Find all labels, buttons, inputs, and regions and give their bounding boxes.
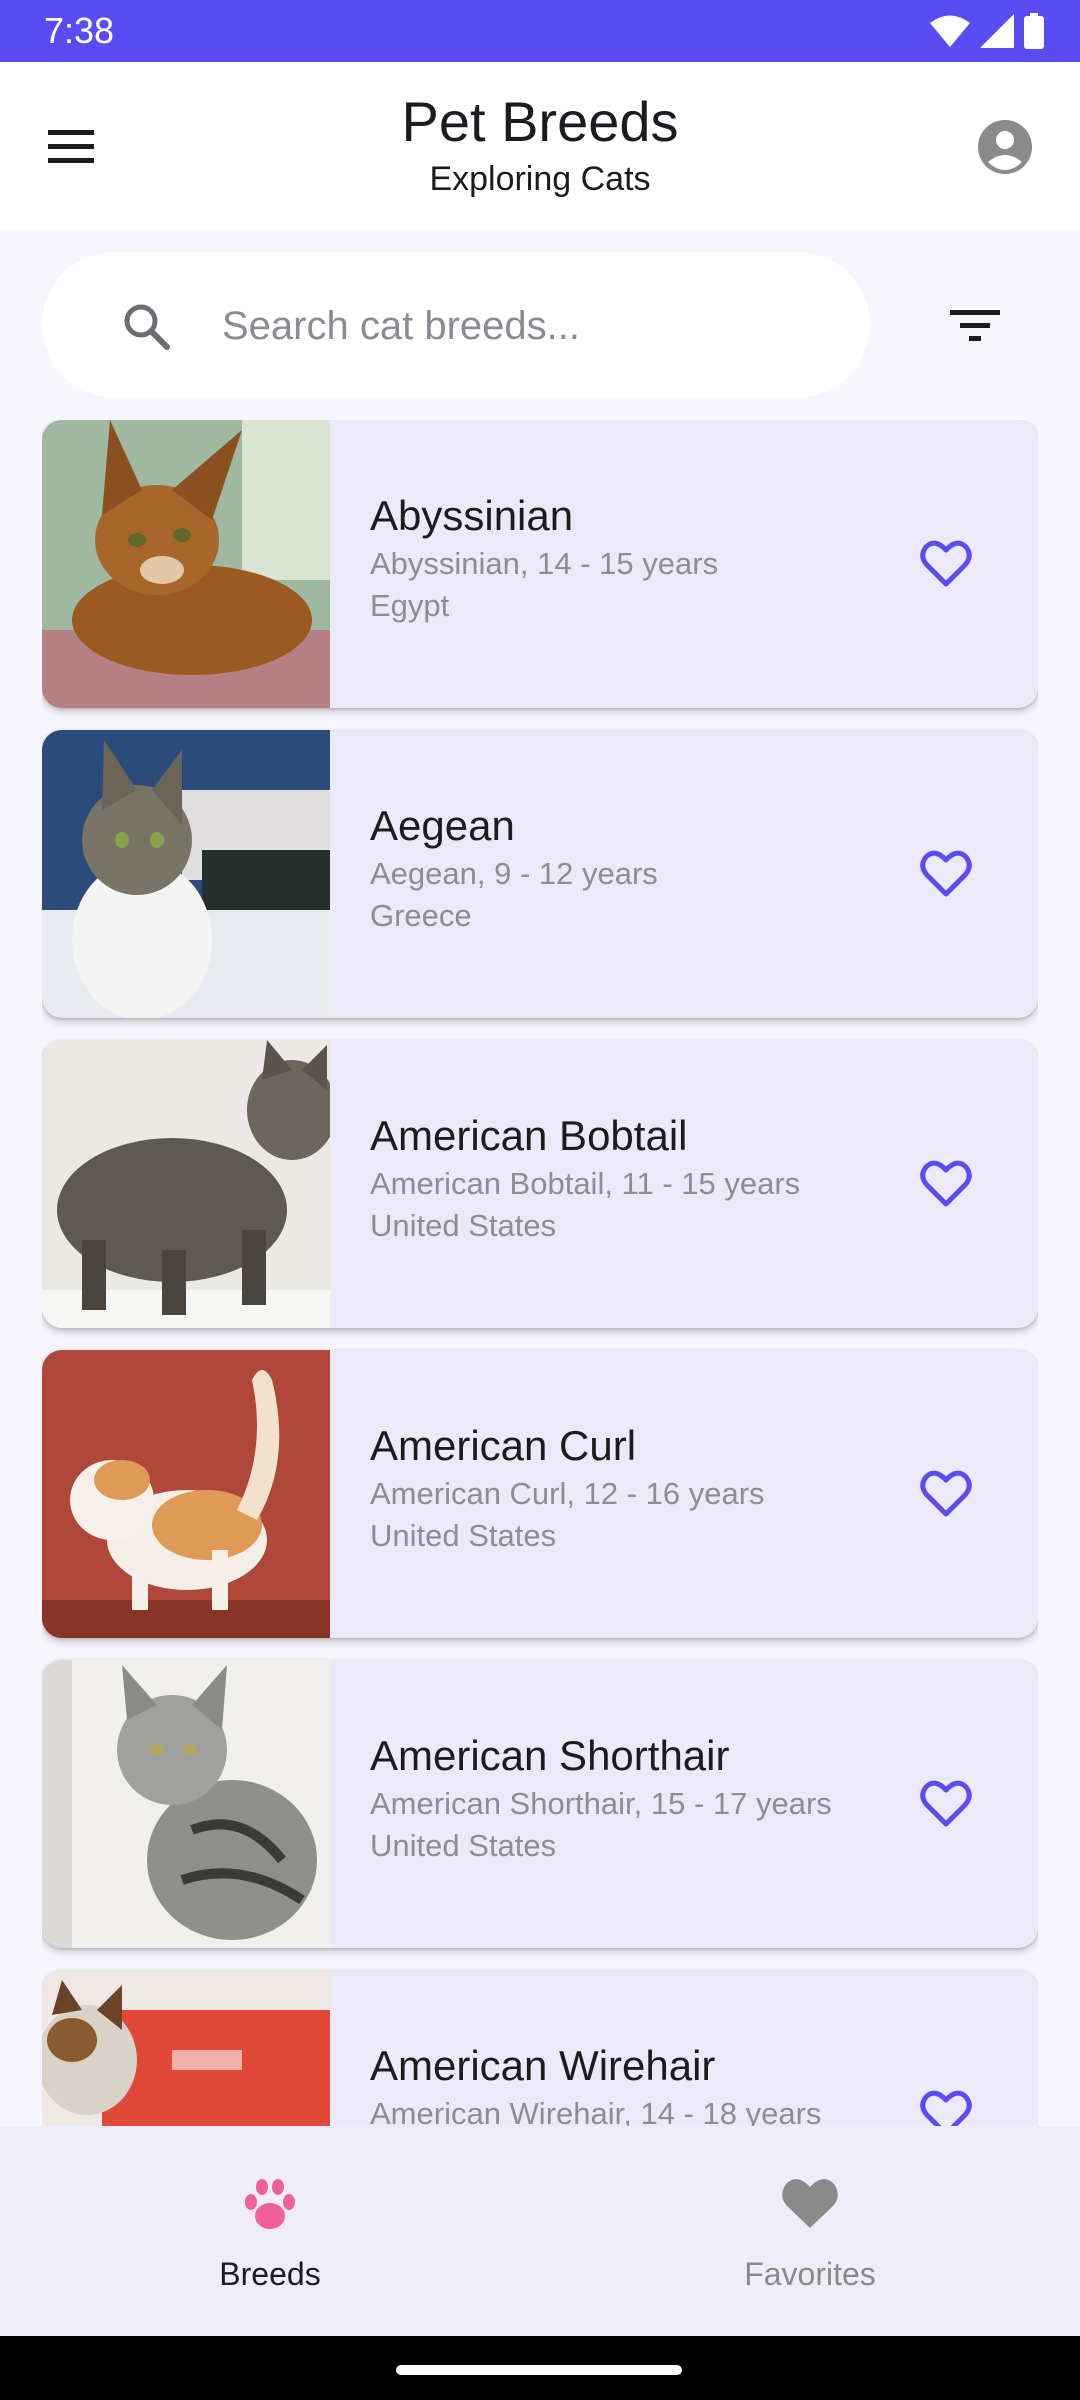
page-subtitle: Exploring Cats [429, 160, 651, 198]
breed-lifespan: Aegean, 9 - 12 years [370, 856, 658, 891]
breed-list[interactable]: Abyssinian Abyssinian, 14 - 15 years Egy… [42, 420, 1038, 2126]
search-input[interactable] [220, 292, 844, 360]
profile-button[interactable] [976, 118, 1034, 176]
heart-outline-icon [920, 1160, 972, 1207]
breed-photo [42, 1350, 330, 1638]
breed-lifespan: American Shorthair, 15 - 17 years [370, 1786, 832, 1821]
status-bar: 7:38 [0, 0, 1080, 62]
heart-outline-icon [920, 540, 972, 587]
status-time: 7:38 [44, 10, 115, 51]
breed-name: American Wirehair [370, 2042, 716, 2089]
search-bar[interactable] [42, 252, 870, 398]
page-title: Pet Breeds [401, 90, 679, 153]
breed-card[interactable]: American Wirehair American Wirehair, 14 … [42, 1970, 1038, 2126]
favorite-button[interactable] [918, 1156, 974, 1212]
breed-card[interactable]: Abyssinian Abyssinian, 14 - 15 years Egy… [42, 420, 1038, 708]
breed-card[interactable]: Aegean Aegean, 9 - 12 years Greece [42, 730, 1038, 1018]
breed-photo [42, 1970, 330, 2126]
heart-outline-icon [920, 1470, 972, 1517]
nav-item-favorites[interactable]: Favorites [540, 2126, 1080, 2336]
breed-name: Abyssinian [370, 492, 574, 539]
title-block: Pet Breeds Exploring Cats [0, 90, 1080, 200]
search-icon [124, 304, 170, 350]
cellular-signal-icon [980, 14, 1014, 48]
breed-photo [42, 420, 330, 708]
nav-item-breeds[interactable]: Breeds [0, 2126, 540, 2336]
heart-outline-icon [920, 2090, 972, 2126]
breed-photo [42, 1660, 330, 1948]
wifi-icon [930, 15, 970, 47]
heart-icon [782, 2179, 838, 2228]
breed-origin: Egypt [370, 588, 450, 623]
breed-lifespan: American Bobtail, 11 - 15 years [370, 1166, 801, 1201]
favorite-button[interactable] [918, 1776, 974, 1832]
heart-outline-icon [920, 850, 972, 897]
bottom-navigation: Breeds Favorites [0, 2126, 1080, 2336]
breed-lifespan: American Curl, 12 - 16 years [370, 1476, 765, 1511]
breed-lifespan: American Wirehair, 14 - 18 years [370, 2096, 822, 2126]
nav-label-favorites: Favorites [744, 2256, 876, 2292]
breed-name: American Shorthair [370, 1732, 730, 1779]
breed-card[interactable]: American Bobtail American Bobtail, 11 - … [42, 1040, 1038, 1328]
breed-name: American Curl [370, 1422, 637, 1469]
app-bar: Pet Breeds Exploring Cats [0, 62, 1080, 230]
nav-label-breeds: Breeds [219, 2256, 321, 2292]
breed-card[interactable]: American Shorthair American Shorthair, 1… [42, 1660, 1038, 1948]
filter-list-icon [950, 310, 1000, 341]
account-circle-icon [978, 120, 1032, 174]
breed-origin: United States [370, 1208, 557, 1243]
breed-photo [42, 730, 330, 1018]
home-gesture-handle[interactable] [396, 2365, 682, 2375]
breed-photo [42, 1040, 330, 1328]
favorite-button[interactable] [918, 2086, 974, 2126]
favorite-button[interactable] [918, 846, 974, 902]
breed-origin: United States [370, 1828, 557, 1863]
status-icons [930, 12, 1044, 50]
breed-name: American Bobtail [370, 1112, 688, 1159]
breed-name: Aegean [370, 802, 515, 849]
breed-lifespan: Abyssinian, 14 - 15 years [370, 546, 719, 581]
favorite-button[interactable] [918, 1466, 974, 1522]
breed-card[interactable]: American Curl American Curl, 12 - 16 yea… [42, 1350, 1038, 1638]
heart-outline-icon [920, 1780, 972, 1827]
paw-icon [245, 2179, 295, 2229]
breed-origin: United States [370, 1518, 557, 1553]
breed-origin: Greece [370, 898, 472, 933]
battery-icon [1024, 13, 1044, 49]
favorite-button[interactable] [918, 536, 974, 592]
filter-button[interactable] [944, 300, 1006, 350]
